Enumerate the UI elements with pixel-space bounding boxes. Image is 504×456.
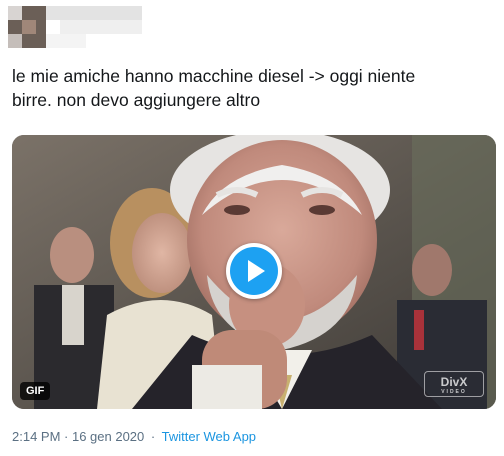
watermark-subtext: VIDEO [441, 389, 467, 395]
watermark-text: DivX [440, 375, 468, 389]
pixelated-avatar-detail [8, 34, 22, 48]
pixelated-display-name[interactable] [46, 6, 142, 20]
pixelated-avatar-detail [22, 20, 36, 34]
play-icon [248, 260, 265, 282]
tweet-source-link[interactable]: Twitter Web App [162, 429, 256, 444]
tweet-text: le mie amiche hanno macchine diesel -> o… [12, 66, 416, 110]
tweet-gif-media[interactable]: GIF DivX VIDEO [12, 135, 496, 409]
gif-badge: GIF [20, 382, 51, 400]
play-button-circle [230, 247, 278, 295]
tweet-timestamp[interactable]: 2:14 PM · 16 gen 2020 [12, 429, 144, 444]
play-button[interactable] [226, 243, 282, 299]
pixelated-display-name [46, 34, 86, 48]
tweet-meta: 2:14 PM · 16 gen 2020 · Twitter Web App [12, 429, 256, 444]
divx-watermark-logo: DivX VIDEO [424, 371, 484, 397]
redacted-user-header [0, 0, 504, 54]
pixelated-avatar-detail [8, 6, 22, 20]
meta-separator: · [150, 429, 156, 444]
pixelated-display-name [60, 20, 142, 34]
